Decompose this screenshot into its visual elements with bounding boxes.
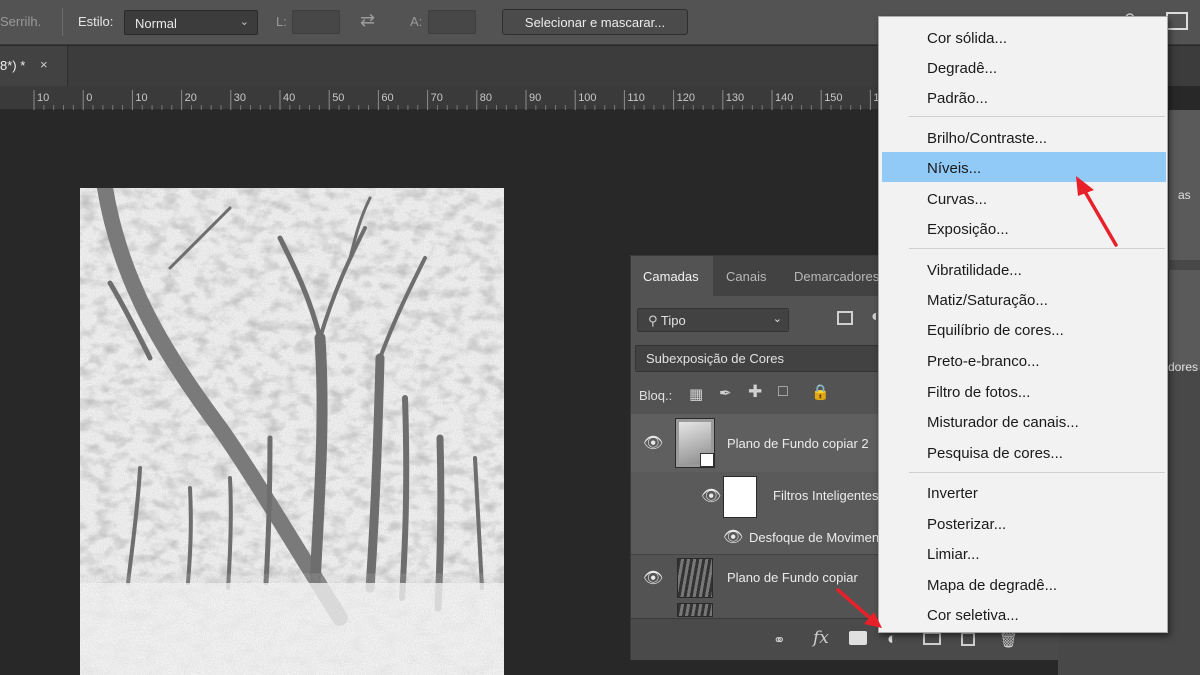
red-arrow-icon: [1076, 176, 1118, 247]
red-arrow-icon: [836, 588, 882, 628]
annotation-arrows: [836, 176, 1118, 628]
